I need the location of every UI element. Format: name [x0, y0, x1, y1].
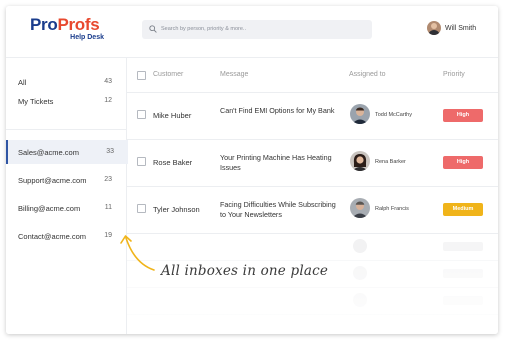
ticket-table: Customer Message Assigned to Priority Mi…	[127, 58, 498, 334]
sidebar-item-count: 43	[104, 78, 112, 85]
column-header-message[interactable]: Message	[220, 71, 248, 78]
select-all-checkbox[interactable]	[137, 71, 146, 80]
column-header-customer[interactable]: Customer	[153, 71, 183, 78]
agent-avatar	[350, 198, 370, 218]
row-checkbox[interactable]	[137, 157, 146, 166]
agent-name: Todd McCarthy	[375, 112, 412, 118]
logo-text-pro: Pro	[30, 15, 58, 34]
sidebar-item-count: 33	[106, 148, 114, 155]
top-header: ProProfs Help Desk Will Smith	[6, 6, 498, 58]
sidebar-item-billing-inbox[interactable]: Billing@acme.com 11	[6, 196, 126, 220]
sidebar-divider	[6, 129, 126, 130]
user-name: Will Smith	[445, 24, 477, 32]
row-checkbox[interactable]	[137, 110, 146, 119]
proprofs-logo[interactable]: ProProfs Help Desk	[30, 16, 108, 41]
search-bar[interactable]	[142, 20, 372, 39]
sidebar-item-label: My Tickets	[18, 97, 54, 106]
user-avatar[interactable]	[427, 21, 441, 35]
priority-badge: High	[443, 156, 483, 169]
table-header: Customer Message Assigned to Priority	[127, 58, 498, 93]
logo-subtitle: Help Desk	[70, 34, 104, 41]
sidebar-item-label: Contact@acme.com	[18, 232, 87, 241]
logo-text-profs: Profs	[57, 15, 100, 34]
ticket-message[interactable]: Can't Find EMI Options for My Bank	[220, 106, 340, 116]
sidebar-item-sales-inbox[interactable]: Sales@acme.com 33	[6, 140, 128, 164]
customer-name: Mike Huber	[153, 111, 192, 120]
customer-name: Tyler Johnson	[153, 205, 200, 214]
column-header-priority[interactable]: Priority	[443, 71, 465, 78]
priority-badge: High	[443, 109, 483, 122]
sidebar-item-support-inbox[interactable]: Support@acme.com 23	[6, 168, 126, 192]
agent-avatar	[350, 104, 370, 124]
search-input[interactable]	[161, 22, 366, 36]
priority-badge: Medium	[443, 203, 483, 216]
sidebar-item-count: 19	[104, 232, 112, 239]
agent-name: Rena Barker	[375, 159, 406, 165]
column-header-assigned-to[interactable]: Assigned to	[349, 71, 386, 78]
curved-arrow-icon	[120, 235, 155, 271]
table-row[interactable]: Mike Huber Can't Find EMI Options for My…	[127, 93, 498, 140]
helpdesk-window: ProProfs Help Desk Will Smith All 43 My …	[6, 6, 498, 334]
user-menu[interactable]: Will Smith	[427, 20, 476, 36]
sidebar-item-label: Support@acme.com	[18, 176, 87, 185]
sidebar-item-label: Billing@acme.com	[18, 204, 81, 213]
ticket-message[interactable]: Facing Difficulties While Subscribing to…	[220, 200, 340, 220]
sidebar-item-contact-inbox[interactable]: Contact@acme.com 19	[6, 224, 126, 248]
sidebar-item-count: 11	[104, 204, 112, 211]
sidebar-item-count: 12	[104, 97, 112, 104]
agent-avatar	[350, 151, 370, 171]
search-icon	[149, 25, 157, 33]
table-row[interactable]: Tyler Johnson Facing Difficulties While …	[127, 187, 498, 234]
sidebar-item-label: Sales@acme.com	[18, 148, 79, 157]
sidebar-item-count: 23	[104, 176, 112, 183]
sidebar-item-label: All	[18, 78, 27, 87]
agent-name: Ralph Francis	[375, 206, 409, 212]
annotation-text: All inboxes in one place	[161, 263, 329, 279]
sidebar-item-my-tickets[interactable]: My Tickets 12	[6, 89, 126, 113]
table-row[interactable]: Rose Baker Your Printing Machine Has Hea…	[127, 140, 498, 187]
sidebar: All 43 My Tickets 12 Sales@acme.com 33 S…	[6, 58, 128, 334]
customer-name: Rose Baker	[153, 158, 193, 167]
row-checkbox[interactable]	[137, 204, 146, 213]
ticket-message[interactable]: Your Printing Machine Has Heating Issues	[220, 153, 340, 173]
